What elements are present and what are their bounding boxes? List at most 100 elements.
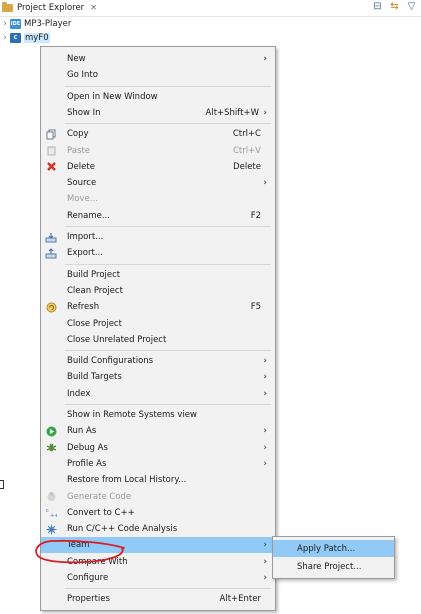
shortcut-label: F5 bbox=[250, 302, 261, 313]
menu-item-build-configurations[interactable]: Build Configurations › bbox=[41, 353, 275, 369]
menu-item-delete[interactable]: Delete Delete bbox=[41, 159, 275, 175]
menu-item-profile-as[interactable]: Profile As › bbox=[41, 456, 275, 472]
menu-item-open-in-new-window[interactable]: Open in New Window bbox=[41, 89, 275, 105]
convert-cpp-icon: c ++ bbox=[45, 507, 57, 519]
menu-item-label: Convert to C++ bbox=[67, 507, 135, 518]
menu-item-label: Show in Remote Systems view bbox=[67, 410, 197, 420]
menu-item-label: Index bbox=[67, 388, 91, 399]
filter-icon[interactable]: ▽ bbox=[406, 1, 417, 12]
menu-item-restore-from-local-history[interactable]: Restore from Local History... bbox=[41, 472, 275, 488]
copy-icon bbox=[45, 128, 57, 140]
menu-item-label: Move... bbox=[67, 194, 98, 205]
tree-item-myf0[interactable]: › C myF0 bbox=[0, 32, 50, 44]
shortcut-label: Alt+Shift+W bbox=[205, 107, 259, 118]
menu-item-run-c-cplusplus-code-analysis[interactable]: Run C/C++ Code Analysis bbox=[41, 521, 275, 537]
menu-item-build-project[interactable]: Build Project bbox=[41, 267, 275, 283]
menu-item-import[interactable]: Import... bbox=[41, 229, 275, 245]
menu-item-configure[interactable]: Configure › bbox=[41, 570, 275, 586]
submenu-item-label: Apply Patch... bbox=[297, 543, 356, 554]
view-toolbar: ⊟ ⇆ ▽ bbox=[372, 1, 417, 12]
tree-item-label: myF0 bbox=[24, 33, 50, 43]
menu-item-paste: Paste Ctrl+V bbox=[41, 143, 275, 159]
menu-item-label: Debug As bbox=[67, 442, 108, 453]
menu-item-label: Go Into bbox=[67, 70, 98, 81]
menu-item-label: Refresh bbox=[67, 302, 100, 313]
project-explorer-header: Project Explorer ✕ ⊟ ⇆ ▽ bbox=[0, 0, 421, 17]
menu-separator bbox=[65, 123, 271, 125]
delete-icon bbox=[45, 161, 57, 173]
menu-item-label: Run C/C++ Code Analysis bbox=[67, 524, 178, 535]
chevron-right-icon: › bbox=[263, 372, 267, 383]
menu-item-compare-with[interactable]: Compare With › bbox=[41, 554, 275, 570]
menu-item-new[interactable]: New › bbox=[41, 51, 275, 67]
submenu-item-label: Share Project... bbox=[297, 561, 362, 572]
menu-item-label: Close Unrelated Project bbox=[67, 334, 167, 345]
menu-item-label: Build Project bbox=[67, 269, 121, 280]
chevron-right-icon: › bbox=[263, 442, 267, 453]
shortcut-label: Ctrl+V bbox=[232, 145, 261, 156]
menu-item-move: Move... bbox=[41, 191, 275, 207]
menu-separator bbox=[65, 588, 271, 590]
menu-item-copy[interactable]: Copy Ctrl+C bbox=[41, 126, 275, 142]
team-submenu: Apply Patch... Share Project... bbox=[272, 536, 395, 579]
project-explorer-tab[interactable]: Project Explorer ✕ bbox=[0, 0, 101, 15]
menu-item-export[interactable]: Export... bbox=[41, 245, 275, 261]
menu-item-convert-to-cplusplus[interactable]: c ++ Convert to C++ bbox=[41, 505, 275, 521]
menu-item-run-as[interactable]: Run As › bbox=[41, 423, 275, 439]
menu-item-show-in[interactable]: Show In Alt+Shift+W › bbox=[41, 105, 275, 121]
menu-item-label: New bbox=[67, 54, 86, 64]
menu-item-clean-project[interactable]: Clean Project bbox=[41, 283, 275, 299]
menu-item-label: Source bbox=[67, 178, 97, 189]
menu-item-generate-code: Generate Code bbox=[41, 489, 275, 505]
close-icon[interactable]: ✕ bbox=[90, 3, 97, 12]
menu-item-close-project[interactable]: Close Project bbox=[41, 316, 275, 332]
menu-separator bbox=[65, 263, 271, 265]
view-title: Project Explorer bbox=[17, 2, 85, 13]
svg-text:++: ++ bbox=[50, 513, 57, 518]
menu-item-build-targets[interactable]: Build Targets › bbox=[41, 369, 275, 385]
menu-item-label: Compare With bbox=[67, 556, 128, 567]
shortcut-label: Ctrl+C bbox=[232, 129, 261, 140]
menu-item-label: Generate Code bbox=[67, 491, 132, 502]
submenu-item-apply-patch[interactable]: Apply Patch... bbox=[273, 540, 394, 557]
chevron-right-icon: › bbox=[263, 556, 267, 567]
menu-item-index[interactable]: Index › bbox=[41, 386, 275, 402]
context-menu: New › Go Into Open in New Window Show In Alt+… bbox=[40, 46, 276, 611]
debug-icon bbox=[45, 442, 57, 454]
menu-item-team[interactable]: Team › bbox=[41, 537, 275, 554]
collapse-all-icon[interactable]: ⊟ bbox=[372, 1, 383, 12]
menu-item-refresh[interactable]: Refresh F5 bbox=[41, 299, 275, 315]
shortcut-label: F2 bbox=[250, 210, 261, 221]
paste-icon bbox=[45, 145, 57, 157]
menu-item-properties[interactable]: Properties Alt+Enter bbox=[41, 591, 275, 607]
code-analysis-icon bbox=[45, 523, 57, 535]
menu-item-label: Import... bbox=[67, 232, 104, 242]
project-icon: IDE bbox=[10, 19, 21, 29]
menu-item-source[interactable]: Source › bbox=[41, 175, 275, 191]
menu-item-debug-as[interactable]: Debug As › bbox=[41, 440, 275, 456]
menu-item-label: Close Project bbox=[67, 318, 122, 329]
menu-item-close-unrelated-project[interactable]: Close Unrelated Project bbox=[41, 332, 275, 348]
chevron-right-icon: › bbox=[263, 356, 267, 367]
menu-separator bbox=[65, 404, 271, 405]
menu-item-label: Properties bbox=[67, 594, 110, 605]
menu-item-label: Open in New Window bbox=[67, 91, 158, 102]
menu-item-label: Profile As bbox=[67, 458, 107, 469]
menu-item-show-in-remote-systems-view[interactable]: Show in Remote Systems view bbox=[41, 407, 275, 423]
menu-item-label: Show In bbox=[67, 107, 101, 118]
chevron-right-icon: › bbox=[263, 573, 267, 583]
link-with-editor-icon[interactable]: ⇆ bbox=[389, 1, 400, 12]
menu-item-rename[interactable]: Rename... F2 bbox=[41, 208, 275, 224]
export-icon bbox=[45, 247, 57, 259]
submenu-item-share-project[interactable]: Share Project... bbox=[273, 558, 394, 575]
menu-item-label: Clean Project bbox=[67, 285, 123, 296]
project-icon: C bbox=[10, 33, 21, 43]
chevron-right-icon: › bbox=[263, 178, 267, 189]
chevron-right-icon[interactable]: › bbox=[0, 33, 10, 43]
menu-item-go-into[interactable]: Go Into bbox=[41, 67, 275, 83]
chevron-right-icon[interactable]: › bbox=[0, 19, 10, 29]
tree-item-label: MP3-Player bbox=[24, 19, 72, 29]
tree-item-mp3-player[interactable]: › IDE MP3-Player bbox=[0, 18, 71, 30]
refresh-icon bbox=[45, 301, 57, 313]
menu-separator bbox=[65, 226, 271, 227]
